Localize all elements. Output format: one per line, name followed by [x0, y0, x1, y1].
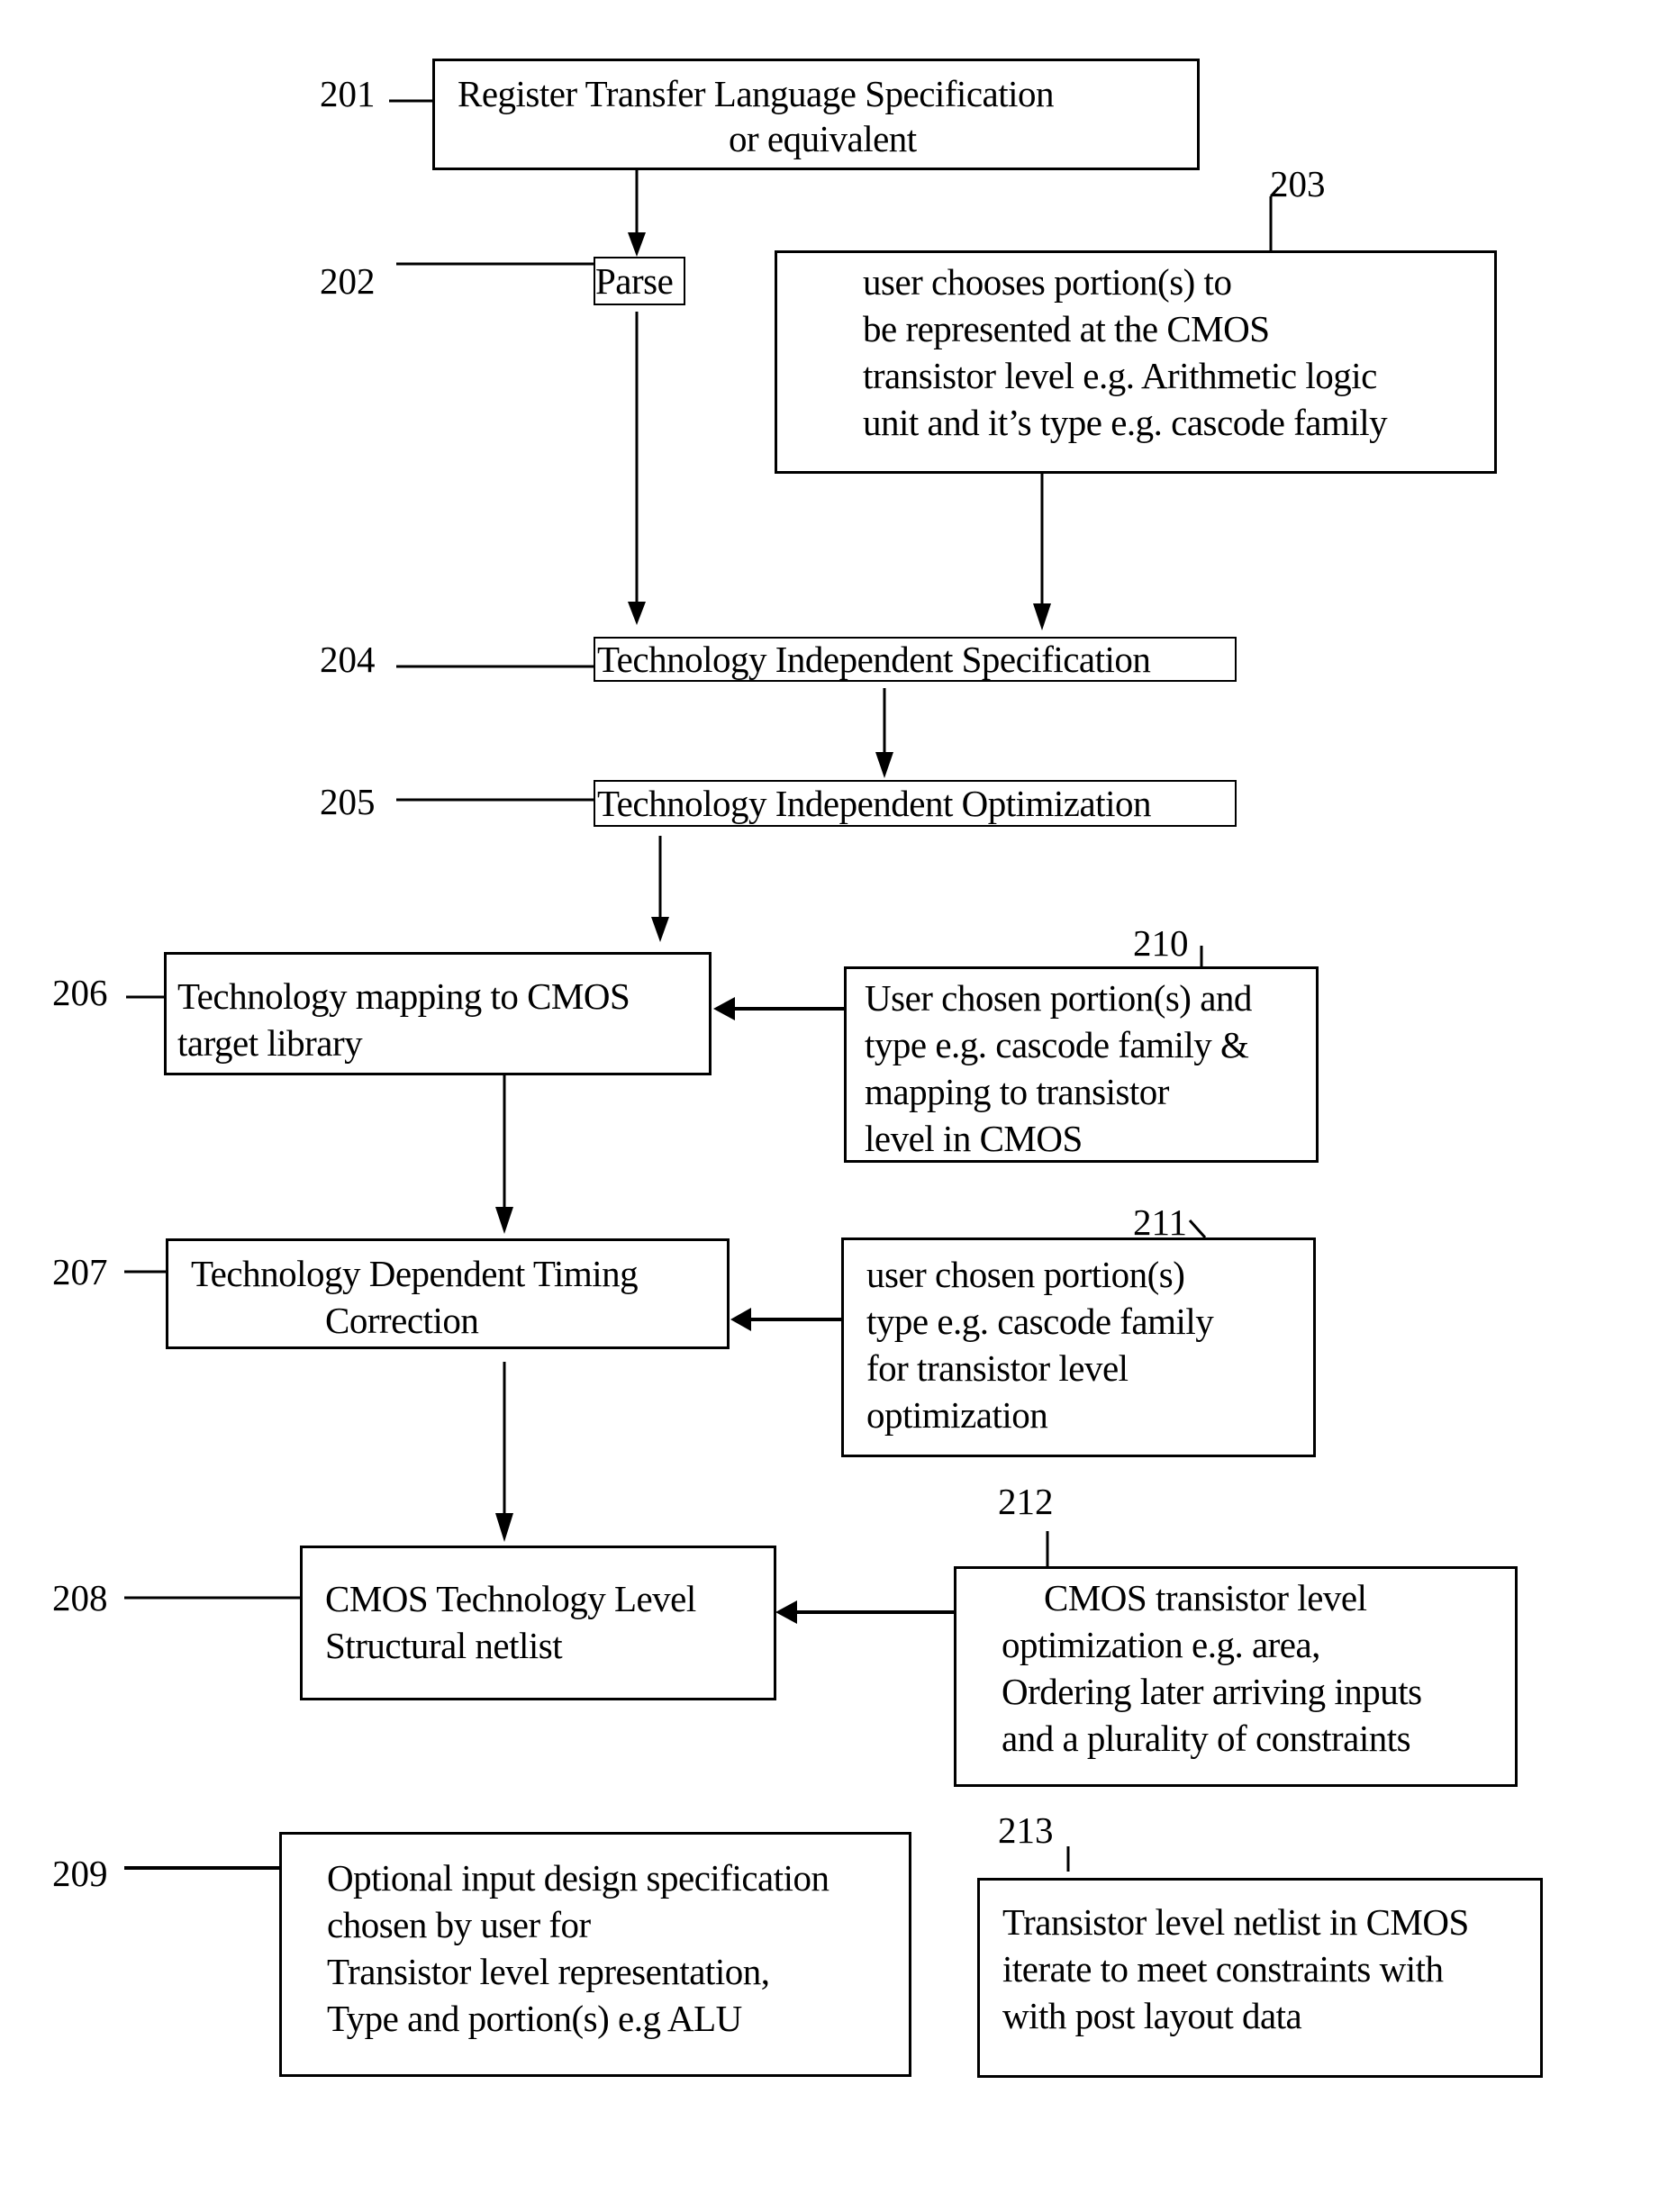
user-optimization-choice-box: user chosen portion(s) type e.g. cascode… — [841, 1237, 1316, 1457]
transistor-netlist-box: Transistor level netlist in CMOS iterate… — [977, 1878, 1543, 2078]
box-text-line: user chooses portion(s) to — [863, 261, 1232, 303]
ref-208: 208 — [52, 1577, 108, 1618]
arrowhead-204-right — [1033, 603, 1051, 630]
arrowhead-204-left — [628, 602, 646, 625]
ref-211: 211 — [1133, 1201, 1187, 1243]
arrowhead-202 — [628, 232, 646, 257]
box-text-line: Technology Dependent Timing — [191, 1253, 639, 1294]
timing-correction-box: Technology Dependent Timing Correction — [166, 1238, 730, 1349]
tech-independent-opt-box: Technology Independent Optimization — [594, 780, 1237, 827]
box-text-line: be represented at the CMOS — [863, 308, 1270, 349]
box-text-line: iterate to meet constraints with — [1002, 1948, 1444, 1990]
ref-212: 212 — [998, 1481, 1054, 1522]
box-text-line: type e.g. cascode family & — [865, 1024, 1249, 1065]
ref-209: 209 — [52, 1853, 108, 1894]
ref-207: 207 — [52, 1251, 108, 1292]
arrowhead-206-side — [713, 997, 735, 1020]
box-text-line: or equivalent — [729, 118, 917, 159]
tech-independent-spec-box: Technology Independent Specification — [594, 637, 1237, 682]
box-text-line: Technology Independent Optimization — [597, 783, 1151, 824]
tech-mapping-box: Technology mapping to CMOS target librar… — [164, 952, 712, 1075]
box-text-line: CMOS transistor level — [1044, 1577, 1367, 1618]
box-text-line: Ordering later arriving inputs — [1002, 1671, 1422, 1712]
box-text-line: Correction — [325, 1300, 479, 1341]
arrowhead-208-side — [775, 1600, 797, 1624]
box-text-line: optimization — [866, 1394, 1048, 1436]
box-text-line: CMOS Technology Level — [325, 1578, 696, 1619]
user-choice-cmos-box: user chooses portion(s) to be represente… — [775, 250, 1497, 474]
box-text-line: Transistor level netlist in CMOS — [1002, 1901, 1469, 1943]
transistor-optimization-box: CMOS transistor level optimization e.g. … — [954, 1566, 1518, 1787]
leader-211 — [1188, 1219, 1207, 1239]
box-text-line: Type and portion(s) e.g ALU — [327, 1998, 742, 2039]
box-text-line: Transistor level representation, — [327, 1951, 770, 1992]
box-text-line: Technology Independent Specification — [597, 639, 1151, 680]
box-text-line: Technology mapping to CMOS — [177, 975, 630, 1017]
box-text-line: unit and it’s type e.g. cascode family — [863, 402, 1388, 443]
box-text-line: mapping to transistor — [865, 1071, 1169, 1112]
arrowhead-207 — [495, 1207, 513, 1234]
ref-204: 204 — [320, 639, 376, 680]
arrowhead-206 — [651, 917, 669, 942]
ref-202: 202 — [320, 260, 376, 302]
box-text-line: User chosen portion(s) and — [865, 977, 1252, 1019]
box-text-line: level in CMOS — [865, 1118, 1083, 1159]
rtl-specification-box: Register Transfer Language Specification… — [432, 59, 1200, 170]
ref-210: 210 — [1133, 922, 1189, 964]
ref-206: 206 — [52, 972, 108, 1013]
box-text-line: with post layout data — [1002, 1995, 1302, 2036]
box-text-line: for transistor level — [866, 1347, 1129, 1389]
structural-netlist-box: CMOS Technology Level Structural netlist — [300, 1546, 776, 1700]
arrowhead-205 — [875, 752, 893, 778]
ref-205: 205 — [320, 781, 376, 822]
optional-input-spec-box: Optional input design specification chos… — [279, 1832, 911, 2077]
box-text-line: Structural netlist — [325, 1625, 563, 1666]
ref-201: 201 — [320, 73, 376, 114]
parse-box: Parse — [594, 257, 685, 305]
ref-203: 203 — [1270, 163, 1326, 204]
box-text-line: type e.g. cascode family — [866, 1301, 1214, 1342]
box-text-line: chosen by user for — [327, 1904, 591, 1945]
box-text-line: optimization e.g. area, — [1002, 1624, 1320, 1665]
box-text-line: and a plurality of constraints — [1002, 1718, 1411, 1759]
box-text-line: Register Transfer Language Specification — [458, 73, 1055, 114]
ref-213: 213 — [998, 1809, 1054, 1851]
user-mapping-choice-box: User chosen portion(s) and type e.g. cas… — [844, 966, 1319, 1163]
box-text-line: target library — [177, 1022, 363, 1064]
box-text-line: Optional input design specification — [327, 1857, 829, 1899]
box-text-line: Parse — [595, 260, 674, 302]
arrowhead-208 — [495, 1513, 513, 1542]
box-text-line: transistor level e.g. Arithmetic logic — [863, 355, 1377, 396]
arrowhead-207-side — [730, 1308, 751, 1331]
box-text-line: user chosen portion(s) — [866, 1254, 1185, 1295]
